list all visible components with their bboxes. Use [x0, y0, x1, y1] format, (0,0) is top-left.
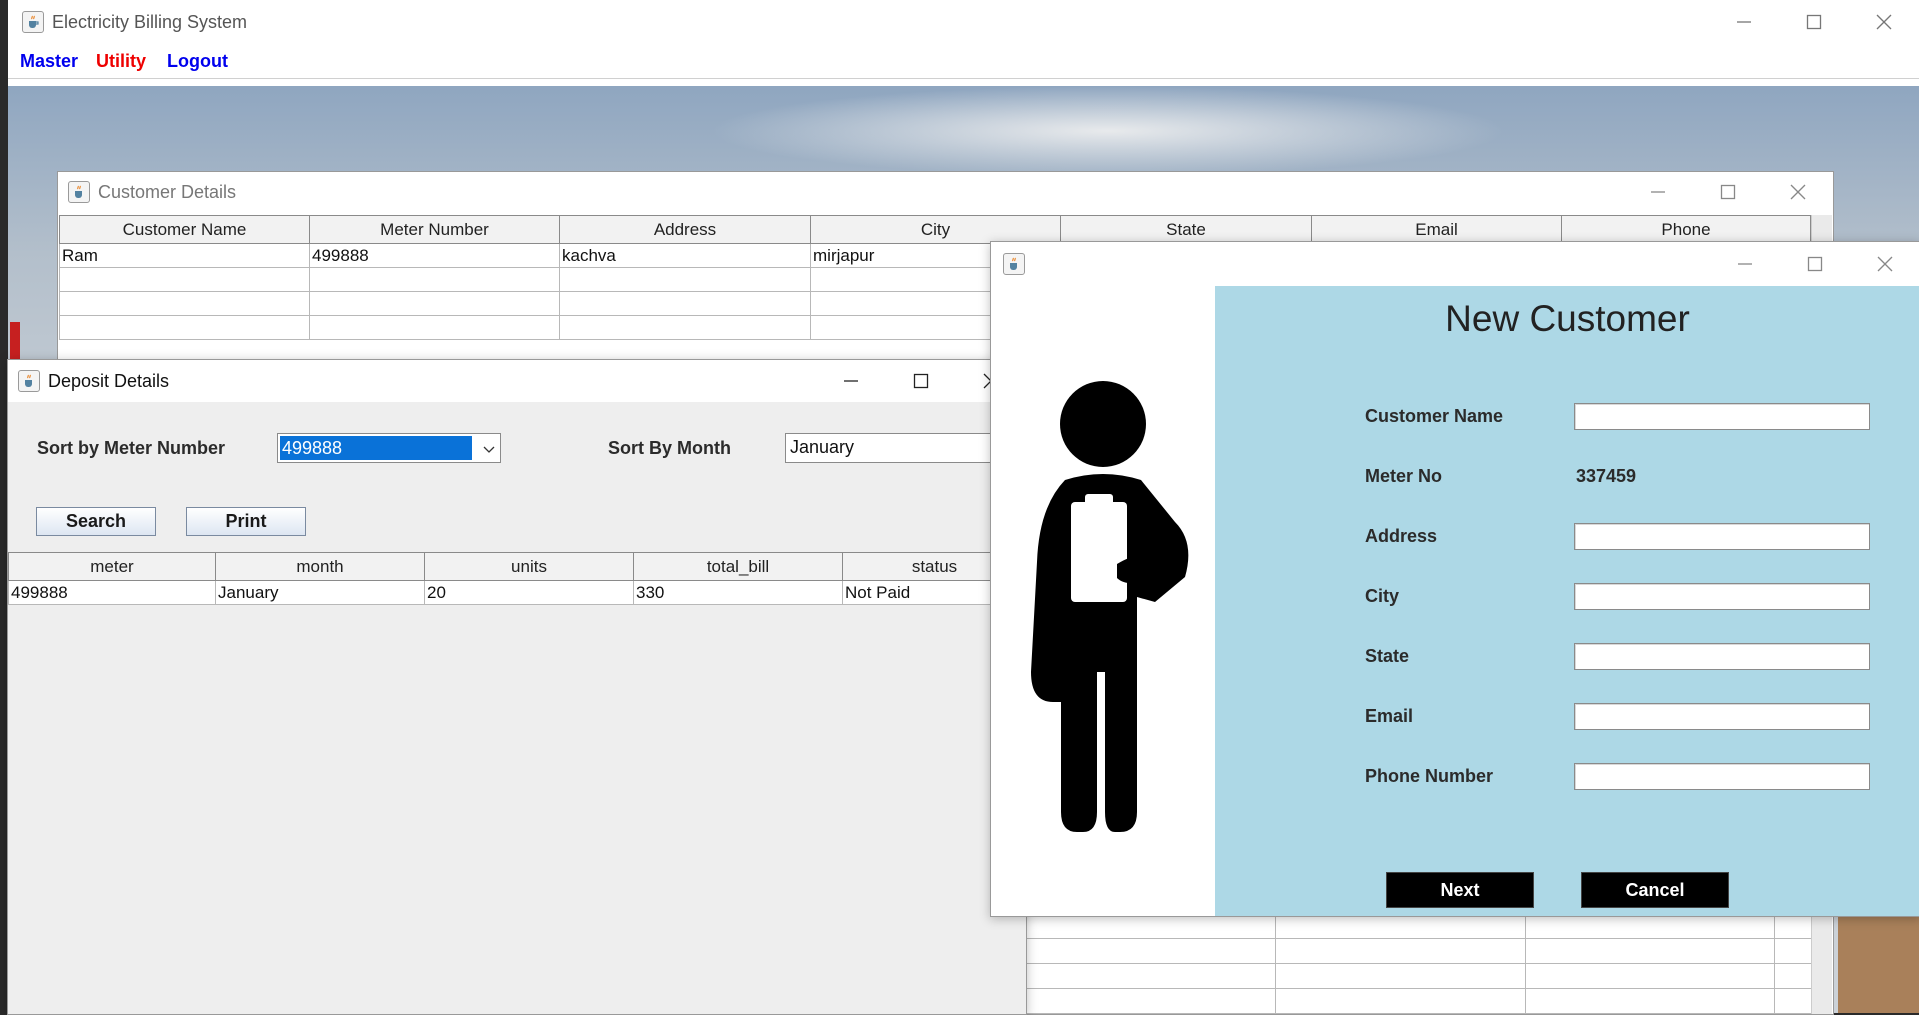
- meter-number-selected: 499888: [280, 436, 472, 460]
- table-cell[interactable]: [559, 267, 811, 292]
- background-cloud: [708, 86, 1508, 176]
- close-icon[interactable]: [1849, 0, 1919, 44]
- address-label: Address: [1365, 526, 1438, 546]
- month-selected: January: [790, 437, 855, 457]
- table-cell[interactable]: [309, 291, 560, 316]
- phone-label: Phone Number: [1365, 766, 1494, 786]
- city-field[interactable]: [1574, 583, 1870, 610]
- customer-details-controls: [1623, 172, 1833, 212]
- next-button[interactable]: Next: [1386, 872, 1534, 908]
- new-customer-window: New Customer Customer Name Meter No 3374…: [990, 241, 1919, 917]
- background-wood: [1838, 906, 1919, 1013]
- deposit-details-window: Deposit Details Sort by Meter Number 499…: [7, 359, 1027, 1015]
- column-header[interactable]: Meter Number: [309, 215, 560, 244]
- minimize-icon[interactable]: [1710, 242, 1780, 285]
- table-cell[interactable]: [309, 267, 560, 292]
- minimize-icon[interactable]: [1709, 0, 1779, 44]
- month-select[interactable]: January: [785, 433, 1009, 463]
- table-cell[interactable]: [59, 315, 310, 340]
- email-label: Email: [1365, 706, 1414, 726]
- column-header[interactable]: month: [215, 552, 425, 581]
- table-cell[interactable]: Ram: [59, 243, 310, 268]
- form-heading: New Customer: [1445, 298, 1690, 339]
- email-field[interactable]: [1574, 703, 1870, 730]
- maximize-icon[interactable]: [1693, 172, 1763, 212]
- customer-name-label: Customer Name: [1365, 406, 1504, 426]
- menu-master[interactable]: Master: [20, 51, 78, 72]
- sort-meter-label: Sort by Meter Number: [37, 438, 226, 458]
- deposit-details-titlebar: Deposit Details: [8, 360, 1026, 402]
- table-cell[interactable]: 20: [424, 580, 634, 605]
- java-cup-icon: [18, 370, 40, 392]
- column-header[interactable]: Email: [1311, 215, 1562, 244]
- table-cell[interactable]: kachva: [559, 243, 811, 268]
- column-header[interactable]: State: [1060, 215, 1312, 244]
- column-header[interactable]: meter: [8, 552, 216, 581]
- main-titlebar: Electricity Billing System: [8, 0, 1919, 44]
- column-header[interactable]: Address: [559, 215, 811, 244]
- cancel-button[interactable]: Cancel: [1581, 872, 1729, 908]
- column-header[interactable]: Phone: [1561, 215, 1811, 244]
- deposit-details-title: Deposit Details: [48, 370, 170, 391]
- column-header[interactable]: City: [810, 215, 1061, 244]
- table-cell[interactable]: January: [215, 580, 425, 605]
- main-window-title: Electricity Billing System: [52, 11, 248, 32]
- state-field[interactable]: [1574, 643, 1870, 670]
- new-customer-titlebar: [991, 242, 1919, 285]
- maximize-icon[interactable]: [1779, 0, 1849, 44]
- sort-month-label: Sort By Month: [608, 438, 731, 458]
- table-cell[interactable]: [559, 291, 811, 316]
- chevron-down-icon[interactable]: [482, 442, 496, 460]
- maximize-icon[interactable]: [1780, 242, 1850, 285]
- column-header[interactable]: total_bill: [633, 552, 843, 581]
- table-cell[interactable]: [309, 315, 560, 340]
- print-button[interactable]: Print: [186, 507, 306, 536]
- deposit-details-table: meter month units total_bill status 4998…: [8, 552, 1027, 605]
- java-cup-icon: [68, 181, 90, 203]
- person-with-clipboard-icon: [1025, 372, 1195, 832]
- meter-no-label: Meter No: [1365, 466, 1443, 486]
- maximize-icon[interactable]: [886, 360, 956, 402]
- table-cell[interactable]: [559, 315, 811, 340]
- new-customer-controls: [1710, 242, 1919, 285]
- java-cup-icon: [22, 11, 44, 33]
- column-header[interactable]: Customer Name: [59, 215, 310, 244]
- close-icon[interactable]: [1850, 242, 1919, 285]
- minimize-icon[interactable]: [816, 360, 886, 402]
- main-window-controls: [1709, 0, 1919, 44]
- address-field[interactable]: [1574, 523, 1870, 550]
- city-label: City: [1365, 586, 1400, 606]
- table-cell[interactable]: 330: [633, 580, 843, 605]
- customer-details-header-row: Customer Name Meter Number Address City …: [59, 215, 1811, 244]
- table-row[interactable]: 499888 January 20 330 Not Paid: [8, 580, 1027, 605]
- customer-details-titlebar: Customer Details: [58, 172, 1833, 212]
- meter-no-value: 337459: [1576, 466, 1637, 486]
- table-cell[interactable]: 499888: [309, 243, 560, 268]
- table-cell[interactable]: 499888: [8, 580, 216, 605]
- meter-number-select[interactable]: 499888: [277, 433, 501, 463]
- menu-logout[interactable]: Logout: [167, 51, 228, 72]
- customer-details-title: Customer Details: [98, 181, 237, 202]
- menu-bar: Master Utility Logout: [8, 44, 1919, 79]
- close-icon[interactable]: [1763, 172, 1833, 212]
- state-label: State: [1365, 646, 1410, 666]
- new-customer-form-panel: New Customer Customer Name Meter No 3374…: [1215, 286, 1919, 916]
- customer-name-field[interactable]: [1574, 403, 1870, 430]
- customer-details-lower-grid: [1024, 914, 1811, 1014]
- table-cell[interactable]: [59, 291, 310, 316]
- menu-utility[interactable]: Utility: [96, 51, 146, 72]
- minimize-icon[interactable]: [1623, 172, 1693, 212]
- phone-field[interactable]: [1574, 763, 1870, 790]
- table-cell[interactable]: [59, 267, 310, 292]
- java-cup-icon: [1003, 252, 1025, 275]
- search-button[interactable]: Search: [36, 507, 156, 536]
- deposit-header-row: meter month units total_bill status: [8, 552, 1027, 581]
- column-header[interactable]: units: [424, 552, 634, 581]
